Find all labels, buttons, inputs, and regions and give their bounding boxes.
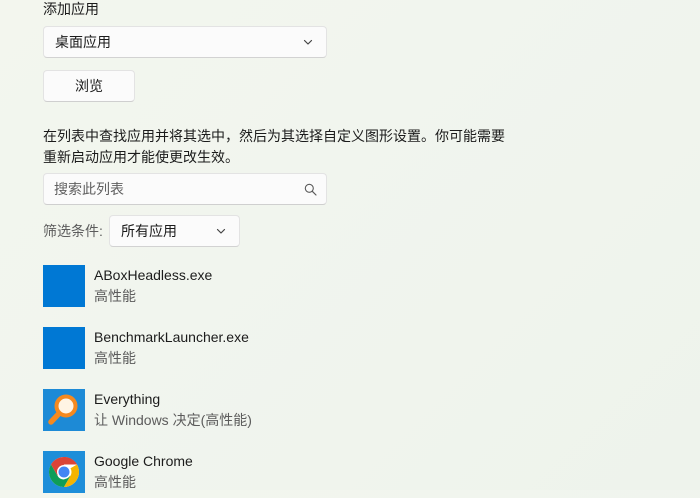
app-type-selected: 桌面应用 — [55, 34, 111, 50]
browse-button[interactable]: 浏览 — [43, 70, 135, 102]
blue-app-tile-icon — [43, 327, 85, 369]
app-name: ABoxHeadless.exe — [94, 267, 213, 283]
search-input[interactable] — [54, 174, 294, 204]
app-list-item[interactable]: BenchmarkLauncher.exe 高性能 — [43, 327, 443, 369]
app-graphics-preference: 高性能 — [94, 474, 136, 490]
app-graphics-preference: 高性能 — [94, 350, 136, 366]
filter-selected: 所有应用 — [121, 223, 177, 239]
chrome-icon — [43, 451, 85, 493]
app-graphics-preference: 让 Windows 决定(高性能) — [94, 412, 252, 428]
app-name: BenchmarkLauncher.exe — [94, 329, 249, 345]
filter-dropdown[interactable]: 所有应用 — [109, 215, 240, 247]
add-app-label: 添加应用 — [43, 1, 99, 17]
search-box[interactable] — [43, 173, 327, 205]
search-icon[interactable] — [304, 183, 317, 196]
app-list-item[interactable]: ABoxHeadless.exe 高性能 — [43, 265, 443, 307]
app-name: Everything — [94, 391, 161, 407]
app-list-item[interactable]: Google Chrome 高性能 — [43, 451, 443, 493]
filter-label: 筛选条件: — [43, 223, 103, 239]
chevron-down-icon — [216, 228, 226, 234]
chevron-down-icon — [303, 39, 313, 45]
app-graphics-preference: 高性能 — [94, 288, 136, 304]
app-name: Google Chrome — [94, 453, 193, 469]
magnifier-app-icon — [43, 389, 85, 431]
instructions-text: 在列表中查找应用并将其选中，然后为其选择自定义图形设置。你可能需要重新启动应用才… — [43, 128, 505, 165]
app-type-dropdown[interactable]: 桌面应用 — [43, 26, 327, 58]
app-list-item[interactable]: Everything 让 Windows 决定(高性能) — [43, 389, 443, 431]
blue-app-tile-icon — [43, 265, 85, 307]
